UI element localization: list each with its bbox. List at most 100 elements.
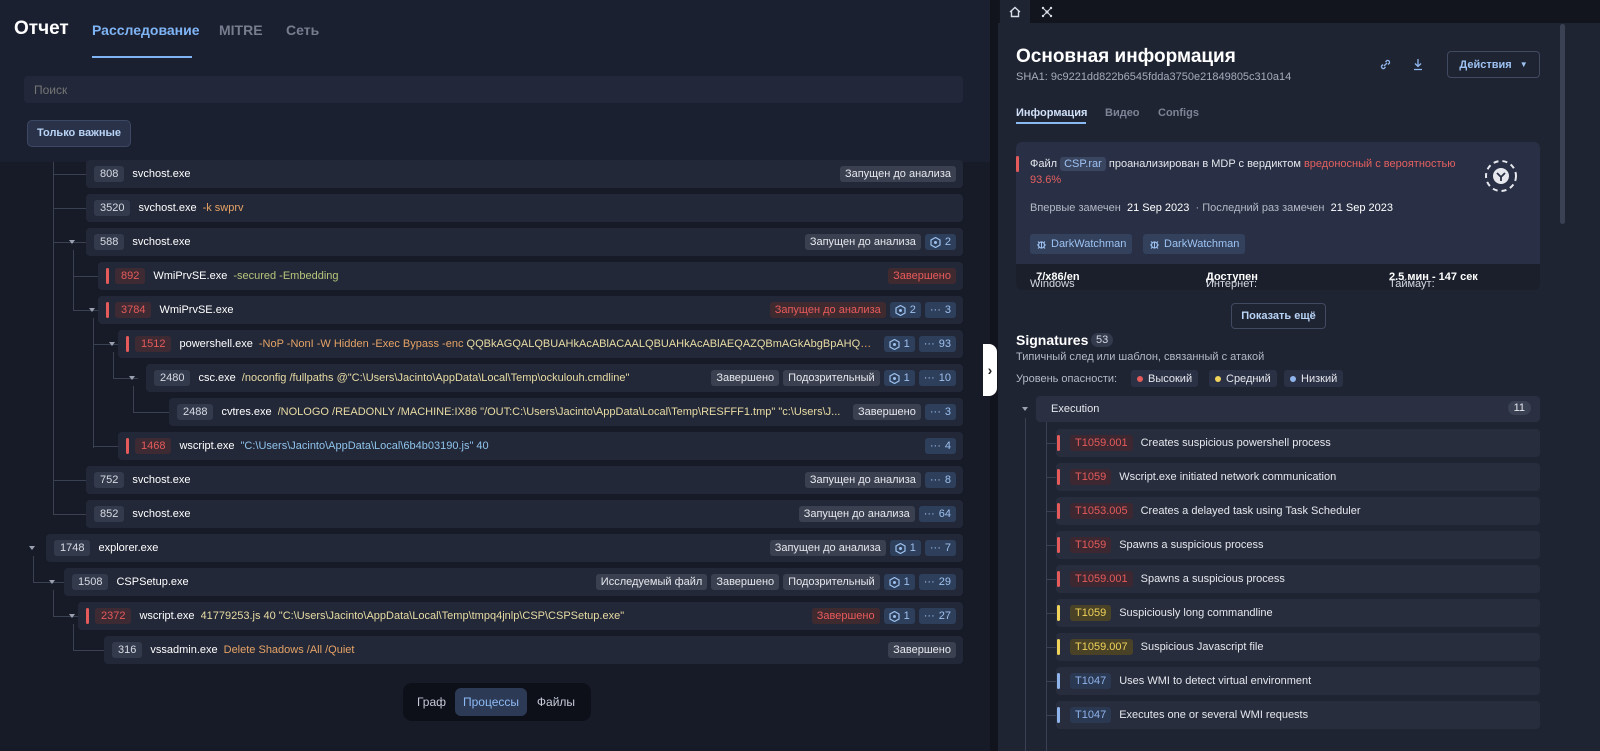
level-filter-high[interactable]: Высокий [1131,370,1199,387]
events-count[interactable]: ··· 8 [924,472,956,488]
home-tab[interactable] [1000,0,1030,23]
technique-id[interactable]: T1059.007 [1070,639,1133,655]
signature-item[interactable]: T1059.001 Spawns a suspicious process [1056,565,1540,593]
modules-count[interactable]: 1 [883,370,915,386]
more-dots-icon: ··· [923,338,935,350]
pid-badge: 752 [94,472,125,488]
collapse-caret-icon[interactable] [109,342,115,346]
red-dot-icon [1137,375,1143,382]
process-row[interactable]: 1508 CSPSetup.exe Исследуемый файл Завер… [64,568,963,596]
family-badge[interactable]: DarkWatchman [1030,234,1133,254]
status-badge: Подозрительный [783,370,880,386]
modules-count[interactable]: 1 [883,574,915,590]
severity-bar [1057,707,1060,723]
tab-network[interactable]: Сеть [286,22,319,38]
collapse-panel-button[interactable]: › [983,344,997,396]
process-name: cvtres.exe [221,406,272,418]
process-name: wscript.exe [179,440,235,452]
process-row[interactable]: 1512 powershell.exe -NoP -NonI -W Hidden… [118,330,963,358]
tab-files[interactable]: Файлы [528,688,584,716]
signature-item[interactable]: T1047 Uses WMI to detect virtual environ… [1056,667,1540,695]
modules-count[interactable]: 1 [889,540,921,556]
family-badge[interactable]: DarkWatchman [1143,234,1246,254]
link-icon[interactable] [1379,58,1392,74]
process-row[interactable]: 588 svchost.exe Запущен до анализа 2 [86,228,963,256]
signature-item[interactable]: T1059 Wscript.exe initiated network comm… [1056,463,1540,491]
modules-count[interactable]: 2 [889,302,921,318]
tab-graph[interactable]: Граф [409,688,454,716]
actions-dropdown[interactable]: Действия ▼ [1447,51,1540,78]
events-count[interactable]: ··· 7 [924,540,956,556]
signature-item[interactable]: T1059.001 Creates suspicious powershell … [1056,429,1540,457]
process-row[interactable]: 2372 wscript.exe 41779253.js 40 "C:\User… [78,602,963,630]
process-row[interactable]: 808 svchost.exe Запущен до анализа [86,160,963,188]
show-more-button[interactable]: Показать ещё [1231,303,1326,329]
process-args: -secured -Embedding [233,270,339,282]
process-row[interactable]: 852 svchost.exe Запущен до анализа ··· 64 [86,500,963,528]
sha1-hash: SHA1: 9c9221dd822b6545fdda3750e21849805c… [1016,71,1292,83]
search-input[interactable] [24,76,963,103]
file-chip[interactable]: CSP.rar [1060,157,1106,171]
events-count[interactable]: ··· 27 [918,608,956,624]
scrollbar-thumb[interactable] [1560,24,1565,224]
tab-investigation[interactable]: Расследование [92,22,200,38]
signature-item[interactable]: T1059 Spawns a suspicious process [1056,531,1540,559]
signature-item[interactable]: T1059 Suspiciously long commandline [1056,599,1540,627]
hexagon-icon [889,372,900,384]
severity-bar [126,438,129,454]
collapse-caret-icon[interactable] [29,546,35,550]
level-filter-low[interactable]: Низкий [1284,370,1344,387]
events-count[interactable]: ··· 29 [918,574,956,590]
process-row[interactable]: 3784 WmiPrvSE.exe Запущен до анализа 2 ·… [98,296,963,324]
collapse-caret-icon[interactable] [69,614,75,618]
events-count[interactable]: ··· 93 [918,336,956,352]
modules-count[interactable]: 2 [924,234,956,250]
events-count[interactable]: ··· 3 [924,404,956,420]
status-badge: Запущен до анализа [769,302,886,318]
process-row[interactable]: 2480 csc.exe /noconfig /fullpaths @"C:\U… [146,364,963,392]
signature-item[interactable]: T1053.005 Creates a delayed task using T… [1056,497,1540,525]
process-row[interactable]: 752 svchost.exe Запущен до анализа ··· 8 [86,466,963,494]
graph-tab[interactable] [1032,0,1062,23]
events-count[interactable]: ··· 10 [918,370,956,386]
more-dots-icon: ··· [929,440,941,452]
process-row[interactable]: 892 WmiPrvSE.exe -secured -Embedding Зав… [98,262,963,290]
collapse-caret-icon[interactable] [1022,407,1028,411]
tab-mitre[interactable]: MITRE [219,22,263,38]
collapse-caret-icon[interactable] [89,308,95,312]
process-row[interactable]: 316 vssadmin.exe Delete Shadows /All /Qu… [104,636,963,664]
events-count[interactable]: ··· 64 [918,506,956,522]
modules-count[interactable]: 1 [883,608,915,624]
download-icon[interactable] [1412,58,1424,74]
only-important-button[interactable]: Только важные [27,120,131,147]
collapse-caret-icon[interactable] [129,376,135,380]
tab-video[interactable]: Видео [1105,107,1140,119]
process-row[interactable]: 2488 cvtres.exe /NOLOGO /READONLY /MACHI… [169,398,963,426]
level-filter-medium[interactable]: Средний [1209,370,1277,387]
process-name: svchost.exe [132,236,191,248]
severity-bar [126,336,129,352]
tab-information[interactable]: Информация [1016,107,1087,119]
process-row[interactable]: 1748 explorer.exe Запущен до анализа 1 ·… [46,534,963,562]
technique-id[interactable]: T1059.001 [1070,571,1133,587]
hexagon-icon [895,304,906,316]
process-row[interactable]: 1468 wscript.exe "C:\Users\Jacinto\AppDa… [118,432,963,460]
process-row[interactable]: 3520 svchost.exe -k swprv [86,194,963,222]
technique-id[interactable]: T1047 [1070,673,1112,689]
events-count[interactable]: ··· 4 [924,438,956,454]
tab-configs[interactable]: Configs [1158,107,1199,119]
technique-id[interactable]: T1053.005 [1070,503,1133,519]
collapse-caret-icon[interactable] [69,240,75,244]
collapse-caret-icon[interactable] [49,580,55,584]
signature-item[interactable]: T1047 Executes one or several WMI reques… [1056,701,1540,729]
technique-id[interactable]: T1059 [1070,469,1112,485]
technique-id[interactable]: T1047 [1070,707,1112,723]
tactic-group-execution[interactable]: Execution 11 [1036,396,1540,422]
tab-processes[interactable]: Процессы [455,688,527,716]
technique-id[interactable]: T1059 [1070,605,1112,621]
signature-item[interactable]: T1059.007 Suspicious Javascript file [1056,633,1540,661]
events-count[interactable]: ··· 3 [924,302,956,318]
modules-count[interactable]: 1 [883,336,915,352]
technique-id[interactable]: T1059.001 [1070,435,1133,451]
technique-id[interactable]: T1059 [1070,537,1112,553]
